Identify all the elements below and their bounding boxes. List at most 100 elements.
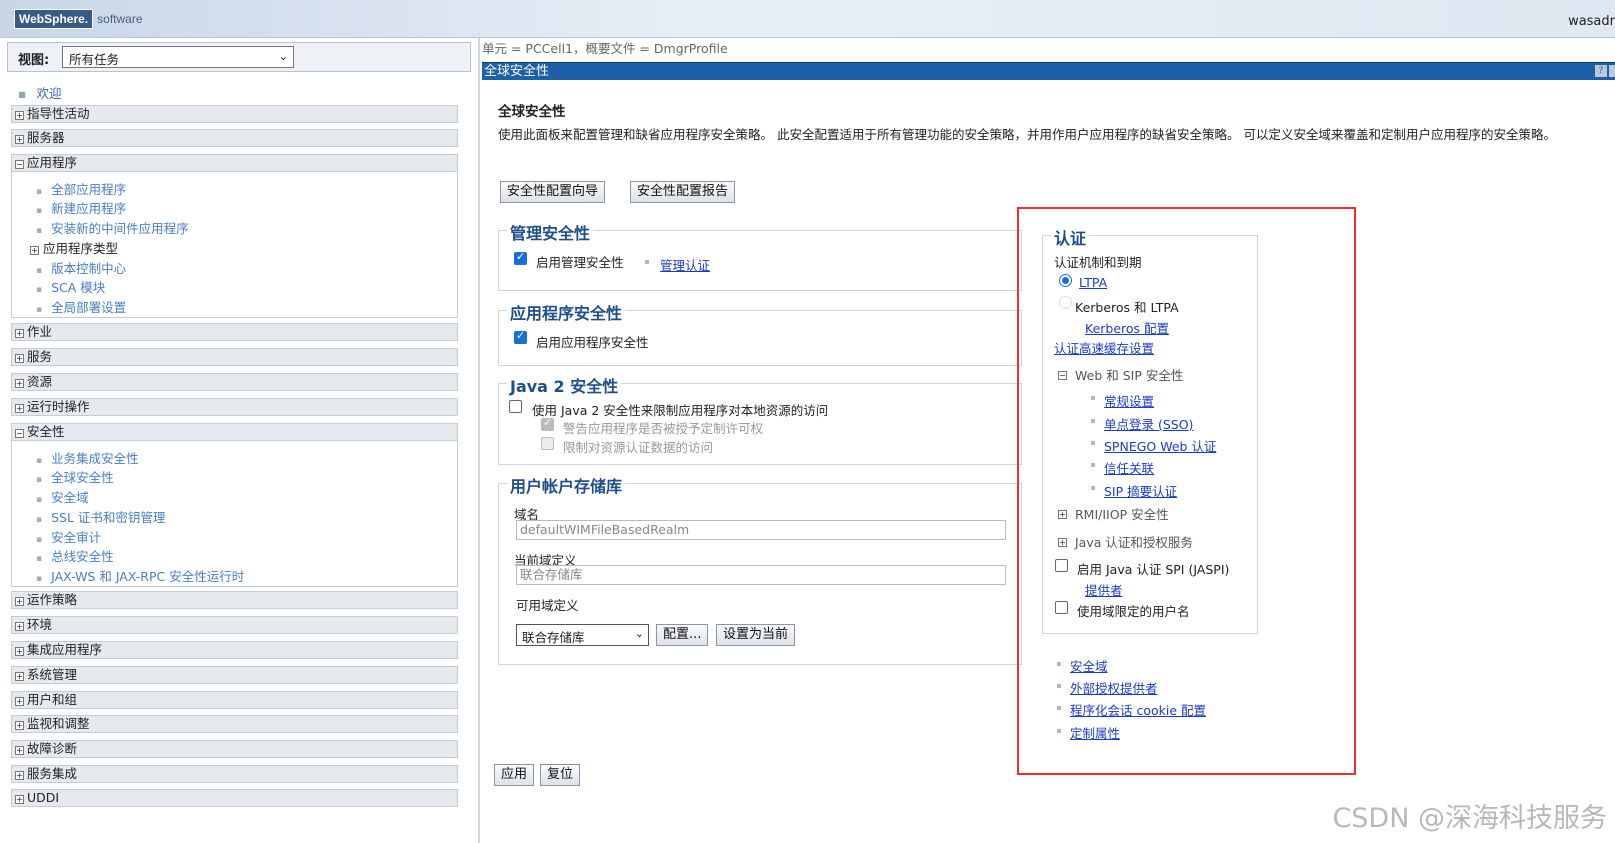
page-description: 使用此面板来配置管理和缺省应用程序安全策略。 此安全配置适用于所有管理功能的安全…: [498, 127, 1556, 142]
nav-section-service-integration[interactable]: + 服务集成: [11, 765, 458, 783]
nav-item-new-app[interactable]: ▪ 新建应用程序: [36, 198, 126, 217]
expand-icon: +: [15, 622, 24, 631]
expand-icon: +: [15, 771, 24, 780]
enable-admin-security-checkbox[interactable]: [514, 250, 527, 265]
security-report-button[interactable]: 安全性配置报告: [630, 181, 736, 203]
security-wizard-button[interactable]: 安全性配置向导: [500, 181, 606, 203]
app-security-legend: 应用程序安全性: [507, 300, 626, 324]
enable-app-security-label: 启用应用程序安全性: [536, 335, 649, 350]
nav-section-applications[interactable]: − 应用程序: [11, 154, 458, 172]
bullet-icon: ▪: [18, 86, 27, 101]
available-realm-value: 联合存储库: [522, 630, 585, 645]
bullet-icon: ▪: [36, 515, 43, 525]
nav-welcome[interactable]: ▪ 欢迎: [18, 83, 62, 102]
nav-item-label: SSL 证书和密钥管理: [51, 510, 166, 525]
nav-section-environment[interactable]: + 环境: [11, 616, 458, 634]
expand-icon: +: [15, 672, 24, 681]
expand-icon: +: [15, 721, 24, 730]
watermark: CSDN @深海科技服务: [1332, 803, 1607, 834]
enable-app-security-checkbox[interactable]: [514, 329, 527, 344]
nav-section-system-admin[interactable]: + 系统管理: [11, 666, 458, 684]
java2-security-label: 使用 Java 2 安全性来限制应用程序对本地资源的访问: [532, 403, 829, 418]
nav-section-label: 应用程序: [27, 155, 78, 170]
nav-security-panel: ▪ 业务集成安全性 ▪ 全球安全性 ▪ 安全域 ▪ SSL 证书和密钥管理 ▪ 安全审计 …: [11, 441, 458, 587]
bullet-icon: ▪: [36, 226, 43, 236]
nav-item-security-domains[interactable]: ▪ 安全域: [36, 487, 89, 506]
help-icon[interactable]: ?: [1595, 65, 1607, 77]
nav-section-label: 环境: [27, 617, 53, 632]
expand-icon: +: [15, 135, 24, 144]
warn-custom-permission-checkbox[interactable]: [541, 416, 554, 431]
nav-item-app-types[interactable]: + 应用程序类型: [30, 238, 118, 257]
restrict-auth-data-label: 限制对资源认证数据的访问: [563, 440, 714, 455]
nav-item-version-control[interactable]: ▪ 版本控制中心: [36, 258, 126, 277]
nav-section-runtime-ops[interactable]: + 运行时操作: [11, 398, 458, 416]
minimize-icon[interactable]: [1609, 65, 1615, 77]
nav-section-monitoring[interactable]: + 监视和调整: [11, 715, 458, 733]
configure-button[interactable]: 配置...: [656, 624, 709, 646]
nav-item-label: 总线安全性: [51, 549, 114, 564]
websphere-logo: WebSphere. software: [14, 9, 143, 29]
nav-section-jobs[interactable]: + 作业: [11, 323, 458, 341]
nav-section-uddi[interactable]: + UDDI: [11, 789, 458, 807]
restrict-auth-data-checkbox[interactable]: [541, 437, 554, 450]
nav-item-label: 版本控制中心: [51, 261, 127, 276]
nav-item-bus-security[interactable]: ▪ 总线安全性: [36, 546, 114, 565]
nav-section-troubleshooting[interactable]: + 故障诊断: [11, 740, 458, 758]
collapse-icon: −: [15, 429, 24, 438]
bullet-icon: ▪: [36, 475, 43, 485]
expand-icon: +: [15, 379, 24, 388]
nav-section-label: 监视和调整: [27, 716, 90, 731]
nav-section-label: 安全性: [27, 424, 65, 439]
realm-name-field[interactable]: defaultWIMFileBasedRealm: [516, 520, 1006, 540]
admin-auth-link[interactable]: 管理认证: [660, 255, 710, 274]
available-realm-select[interactable]: 联合存储库 ⌄: [516, 624, 649, 646]
nav-item-all-apps[interactable]: ▪ 全部应用程序: [36, 179, 126, 198]
nav-item-global-security[interactable]: ▪ 全球安全性: [36, 467, 114, 486]
view-label: 视图:: [18, 53, 50, 68]
nav-section-users-groups[interactable]: + 用户和组: [11, 691, 458, 709]
nav-item-security-audit[interactable]: ▪ 安全审计: [36, 527, 101, 546]
view-filter: 视图: 所有任务 ⌄: [7, 42, 471, 72]
expand-icon: +: [15, 111, 24, 120]
nav-section-servers[interactable]: + 服务器: [11, 129, 458, 147]
expand-icon: +: [15, 354, 24, 363]
brand-suffix: software: [97, 12, 143, 26]
nav-section-label: 服务集成: [27, 766, 78, 781]
expand-icon: +: [15, 329, 24, 338]
nav-section-guided[interactable]: + 指导性活动: [11, 105, 458, 123]
nav-section-label: UDDI: [27, 790, 60, 805]
bullet-icon: ▪: [36, 187, 43, 197]
navigation-sidebar: 视图: 所有任务 ⌄ ▪ 欢迎 + 指导性活动 + 服务器 − 应用程序 ▪ 全部应用程序…: [0, 38, 480, 843]
nav-item-label: 安全域: [51, 490, 89, 505]
bullet-icon: ▪: [36, 495, 43, 505]
expand-icon: +: [15, 795, 24, 804]
nav-section-operational-policies[interactable]: + 运作策略: [11, 591, 458, 609]
nav-item-install-middleware[interactable]: ▪ 安装新的中间件应用程序: [36, 218, 189, 237]
expand-icon: +: [30, 246, 39, 255]
nav-item-ssl-keys[interactable]: ▪ SSL 证书和密钥管理: [36, 507, 165, 526]
nav-item-label: 应用程序类型: [43, 241, 119, 256]
user-registry-legend: 用户帐户存储库: [507, 473, 626, 497]
reset-button[interactable]: 复位: [540, 764, 581, 786]
bullet-icon: ▪: [36, 305, 43, 315]
nav-item-bi-security[interactable]: ▪ 业务集成安全性: [36, 448, 139, 467]
nav-item-label: 安装新的中间件应用程序: [51, 221, 189, 236]
set-as-current-button[interactable]: 设置为当前: [716, 624, 796, 646]
view-select[interactable]: 所有任务 ⌄: [62, 46, 294, 68]
current-realm-field[interactable]: 联合存储库: [516, 565, 1006, 585]
nav-item-jaxws-security[interactable]: ▪ JAX-WS 和 JAX-RPC 安全性运行时: [36, 566, 244, 585]
nav-item-sca-modules[interactable]: ▪ SCA 模块: [36, 277, 105, 296]
nav-section-security[interactable]: − 安全性: [11, 423, 458, 441]
nav-section-label: 运行时操作: [27, 399, 90, 414]
apply-button[interactable]: 应用: [494, 764, 535, 786]
nav-section-label: 指导性活动: [27, 106, 90, 121]
nav-section-services[interactable]: + 服务: [11, 348, 458, 366]
nav-item-label: 安全审计: [51, 530, 102, 545]
nav-item-global-deploy[interactable]: ▪ 全局部署设置: [36, 297, 126, 316]
nav-section-integrated-apps[interactable]: + 集成应用程序: [11, 641, 458, 659]
nav-item-label: 全局部署设置: [51, 300, 127, 315]
nav-section-resources[interactable]: + 资源: [11, 373, 458, 391]
bullet-icon: ▪: [36, 206, 43, 216]
java2-security-checkbox[interactable]: [509, 400, 522, 413]
